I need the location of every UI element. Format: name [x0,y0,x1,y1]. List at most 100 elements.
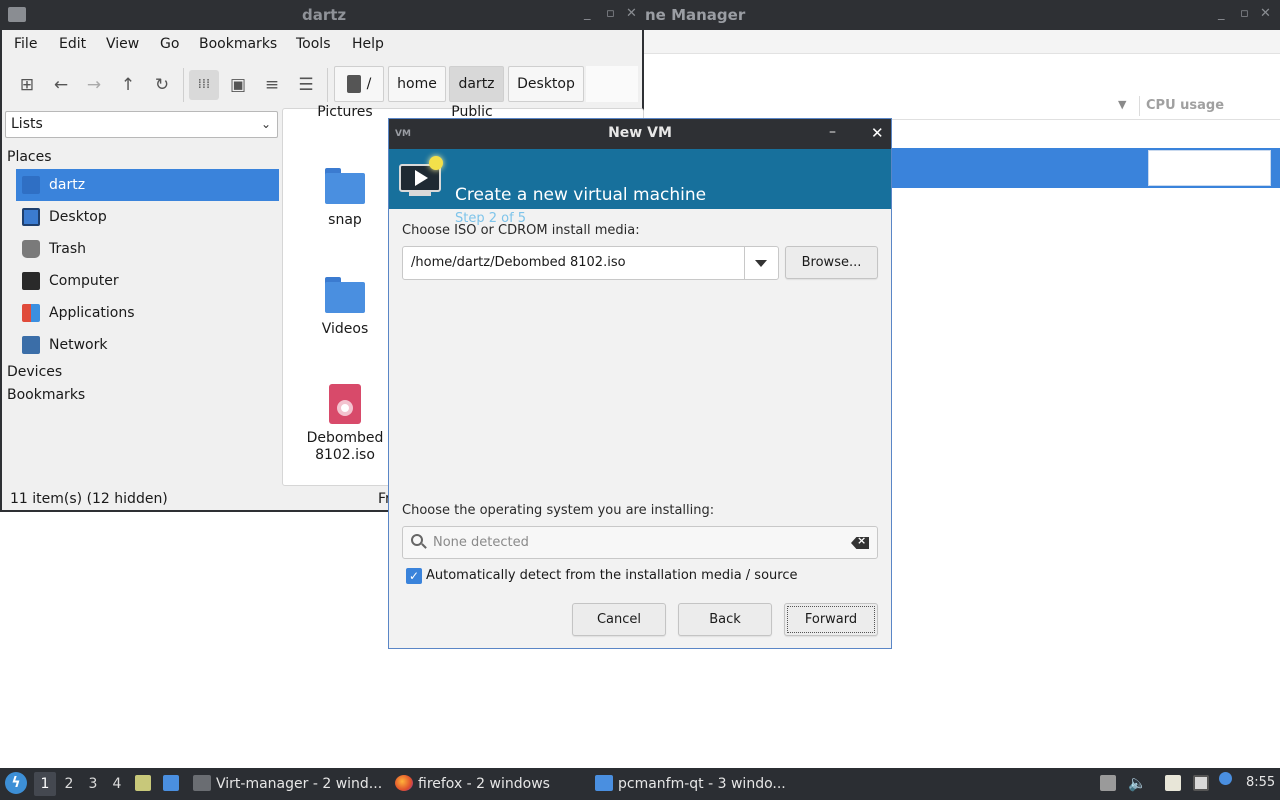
places-heading[interactable]: Places [7,149,52,165]
devices-heading[interactable]: Devices [7,364,62,380]
disc-image-icon[interactable] [329,384,361,424]
workspace-1[interactable]: 1 [34,772,56,796]
menu-help[interactable]: Help [352,36,384,52]
new-vm-titlebar[interactable]: VM New VM – ✕ [389,119,891,149]
browse-button[interactable]: Browse... [785,246,878,279]
file-item-pictures-label[interactable]: Pictures [295,104,395,121]
folder-launcher-icon[interactable] [163,775,179,791]
back-button[interactable]: Back [678,603,772,636]
volume-icon[interactable]: 🔈 [1128,775,1147,791]
sparkle-icon [429,156,443,170]
forward-button[interactable]: Forward [784,603,878,636]
sidebar-item-label: Desktop [49,209,107,225]
folder-icon[interactable] [325,168,365,204]
menu-view[interactable]: View [106,36,139,52]
sidebar-view-select[interactable]: Lists ⌄ [5,111,278,138]
close-icon[interactable]: ✕ [1260,6,1271,21]
detailed-view-icon[interactable]: ☰ [291,70,321,100]
reload-icon[interactable]: ↻ [147,70,177,100]
chevron-down-icon[interactable] [755,260,767,267]
sidebar-item-label: Network [49,337,108,353]
os-selection-label: Choose the operating system you are inst… [402,503,715,518]
eject-icon[interactable] [1100,775,1116,791]
sort-arrow-icon[interactable]: ▼ [1118,98,1126,111]
wizard-heading: Create a new virtual machine [455,185,707,205]
task-firefox[interactable]: firefox - 2 windows [395,772,550,796]
update-notification-icon[interactable] [1219,772,1232,785]
sidebar-item-network[interactable]: Network [16,329,279,361]
file-manager-title: dartz [302,6,347,24]
task-virt-manager[interactable]: Virt-manager - 2 wind... [193,772,382,796]
menu-go[interactable]: Go [160,36,179,52]
combobox-separator [744,247,745,279]
sidebar-item-label: Applications [49,305,135,321]
maximize-icon[interactable]: ▫ [1240,6,1249,21]
task-label: pcmanfm-qt - 3 windo... [618,776,786,792]
new-vm-dialog: VM New VM – ✕ Create a new virtual machi… [388,118,892,649]
minimize-icon[interactable]: _ [584,6,591,21]
compact-view-icon[interactable]: ≡ [257,70,287,100]
sidebar-item-applications[interactable]: Applications [16,297,279,329]
status-bar-text: 11 item(s) (12 hidden) [10,491,168,507]
file-manager-launcher-icon[interactable] [135,775,151,791]
icon-view-icon[interactable]: ⁞⁞⁞ [189,70,219,100]
breadcrumb-dartz[interactable]: dartz [449,66,504,102]
breadcrumb-root[interactable]: / [334,66,384,102]
back-arrow-icon[interactable]: ← [46,70,76,100]
sidebar-item-desktop[interactable]: Desktop [16,201,279,233]
menu-edit[interactable]: Edit [59,36,86,52]
folder-body [325,282,365,313]
workspace-4[interactable]: 4 [106,772,128,796]
cpu-usage-column-header[interactable]: CPU usage [1146,98,1224,113]
sidebar-item-trash[interactable]: Trash [16,233,279,265]
file-item-videos-label[interactable]: Videos [295,321,395,338]
file-manager-titlebar[interactable]: dartz _ ▫ ✕ [2,0,644,30]
file-item-snap-label[interactable]: snap [295,212,395,229]
breadcrumb-home[interactable]: home [388,66,446,102]
auto-detect-label[interactable]: Automatically detect from the installati… [426,568,797,583]
play-icon [415,170,428,186]
toolbar-separator [183,68,184,102]
sidebar-item-dartz[interactable]: dartz [16,169,279,201]
home-folder-icon [22,176,40,194]
workspace-2[interactable]: 2 [58,772,80,796]
sidebar-item-label: dartz [49,177,86,193]
menu-bookmarks[interactable]: Bookmarks [199,36,277,52]
clear-x-icon[interactable]: × [857,534,866,547]
auto-detect-checkbox[interactable]: ✓ [406,568,422,584]
menu-file[interactable]: File [14,36,37,52]
start-menu-button[interactable]: ϟ [5,772,27,794]
minimize-icon[interactable]: _ [1218,6,1225,21]
menu-tools[interactable]: Tools [296,36,331,52]
os-search-input[interactable]: None detected × [402,526,878,559]
drive-icon [346,75,361,93]
sidebar-item-computer[interactable]: Computer [16,265,279,297]
minimize-icon[interactable]: – [829,124,836,140]
close-icon[interactable]: ✕ [626,6,637,21]
breadcrumb-desktop[interactable]: Desktop [508,66,584,102]
forward-arrow-icon[interactable]: → [79,70,109,100]
folder-app-icon [8,7,26,22]
thumbnail-view-icon[interactable]: ▣ [223,70,253,100]
close-icon[interactable]: ✕ [871,124,884,142]
new-tab-icon[interactable]: ⊞ [12,70,42,100]
file-item-iso-label-line1[interactable]: Debombed [295,430,395,447]
network-icon [22,336,40,354]
taskbar: ϟ 1 2 3 4 Virt-manager - 2 wind... firef… [0,768,1280,800]
clipboard-icon[interactable] [1165,775,1181,791]
task-pcmanfm[interactable]: pcmanfm-qt - 3 windo... [595,772,786,796]
wizard-banner: Create a new virtual machine Step 2 of 5 [389,149,891,226]
maximize-icon[interactable]: ▫ [606,6,615,21]
video-folder-icon[interactable] [325,277,365,313]
network-tray-icon[interactable] [1193,775,1209,791]
workspace-3[interactable]: 3 [82,772,104,796]
sidebar-view-select-value: Lists [11,116,43,132]
iso-path-value[interactable]: /home/dartz/Debombed 8102.iso [411,255,626,270]
iso-path-combobox[interactable]: /home/dartz/Debombed 8102.iso [402,246,779,280]
chevron-down-icon: ⌄ [260,117,271,131]
clock[interactable]: 8:55 [1246,775,1275,790]
cancel-button[interactable]: Cancel [572,603,666,636]
file-item-iso-label-line2[interactable]: 8102.iso [295,447,395,464]
bookmarks-heading[interactable]: Bookmarks [7,387,85,403]
up-arrow-icon[interactable]: ↑ [113,70,143,100]
